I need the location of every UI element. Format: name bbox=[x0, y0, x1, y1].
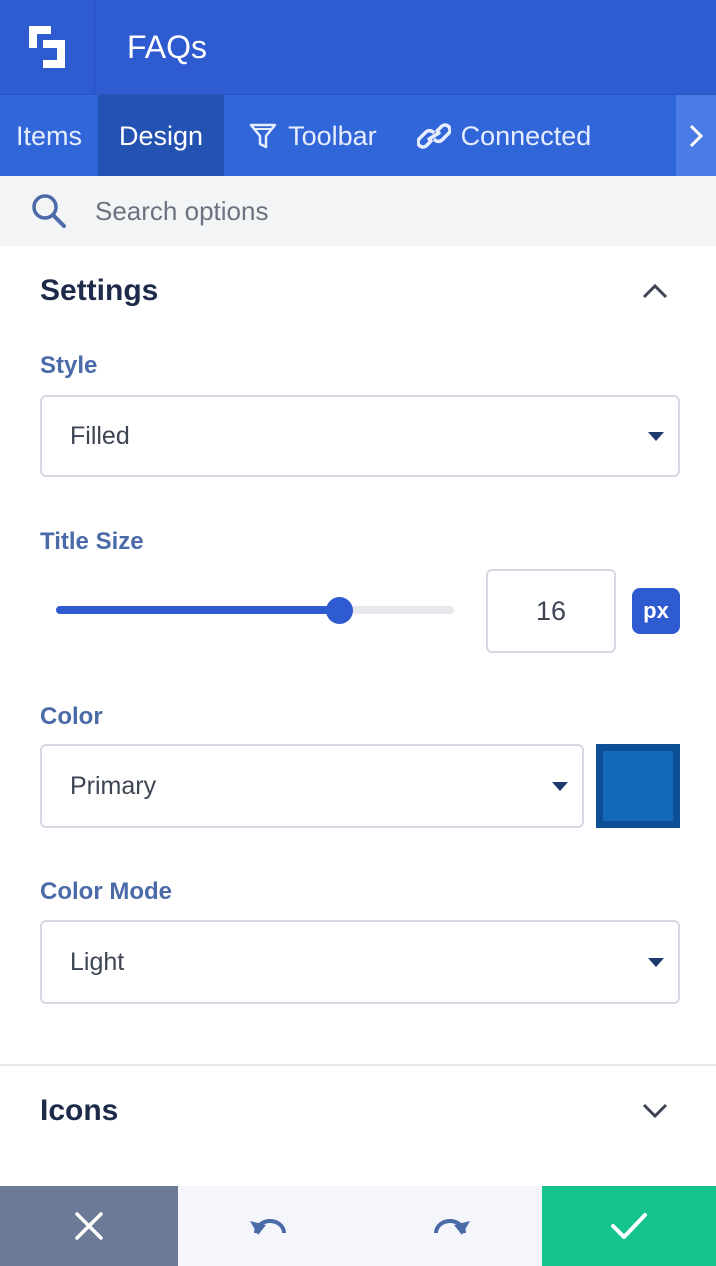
unit-toggle-button[interactable]: px bbox=[632, 588, 680, 634]
app-header: FAQs bbox=[0, 0, 716, 94]
tab-connected[interactable]: Connected bbox=[393, 95, 608, 177]
builder-logo-icon bbox=[29, 26, 65, 68]
chevron-up-icon bbox=[642, 283, 668, 299]
tab-design[interactable]: Design bbox=[98, 95, 225, 177]
page-title: FAQs bbox=[127, 29, 208, 65]
settings-title: Settings bbox=[40, 274, 159, 307]
section-divider bbox=[0, 1064, 716, 1066]
confirm-button[interactable] bbox=[542, 1186, 716, 1266]
filter-icon bbox=[248, 121, 278, 151]
bottom-action-bar bbox=[0, 1186, 716, 1266]
color-mode-select[interactable]: Light bbox=[40, 920, 680, 1004]
tab-bar: Items Design Toolbar Connected bbox=[0, 94, 716, 177]
tabs-scroll-right-button[interactable] bbox=[676, 95, 716, 177]
title-size-slider-thumb[interactable] bbox=[325, 597, 353, 624]
chevron-down-icon bbox=[642, 1103, 668, 1119]
color-select[interactable]: Primary bbox=[40, 744, 584, 828]
title-size-input[interactable]: 16 bbox=[486, 569, 616, 653]
settings-section-header[interactable]: Settings bbox=[40, 274, 680, 308]
tab-label: Design bbox=[119, 120, 204, 151]
search-icon bbox=[30, 192, 68, 230]
caret-down-icon bbox=[648, 431, 664, 441]
style-select[interactable]: Filled bbox=[40, 395, 680, 477]
close-icon bbox=[75, 1212, 103, 1240]
color-value: Primary bbox=[70, 771, 157, 800]
cancel-button[interactable] bbox=[0, 1186, 178, 1266]
color-label: Color bbox=[40, 703, 103, 730]
redo-button[interactable] bbox=[430, 1213, 472, 1239]
tab-label: Connected bbox=[460, 120, 592, 151]
chevron-right-icon bbox=[689, 124, 704, 148]
undo-icon bbox=[250, 1219, 286, 1235]
logo[interactable] bbox=[0, 0, 95, 94]
tab-label: Toolbar bbox=[288, 120, 377, 151]
checkmark-icon bbox=[611, 1213, 647, 1239]
style-label: Style bbox=[40, 352, 98, 379]
redo-icon bbox=[434, 1219, 470, 1235]
style-value: Filled bbox=[70, 421, 130, 450]
icons-section-header[interactable]: Icons bbox=[40, 1094, 680, 1128]
search-input[interactable] bbox=[95, 195, 655, 227]
history-controls bbox=[178, 1186, 542, 1266]
tab-toolbar[interactable]: Toolbar bbox=[224, 95, 393, 177]
tab-items[interactable]: Items bbox=[0, 95, 98, 177]
title-size-slider-fill bbox=[56, 606, 339, 614]
color-swatch[interactable] bbox=[596, 744, 680, 828]
link-icon bbox=[416, 121, 451, 151]
tab-label: Items bbox=[16, 120, 83, 151]
color-mode-value: Light bbox=[70, 947, 125, 976]
search-bar bbox=[0, 176, 716, 246]
title-size-label: Title Size bbox=[40, 528, 144, 555]
color-mode-label: Color Mode bbox=[40, 878, 172, 905]
icons-title: Icons bbox=[40, 1094, 119, 1127]
caret-down-icon bbox=[648, 957, 664, 967]
undo-button[interactable] bbox=[248, 1213, 290, 1239]
caret-down-icon bbox=[552, 781, 568, 791]
